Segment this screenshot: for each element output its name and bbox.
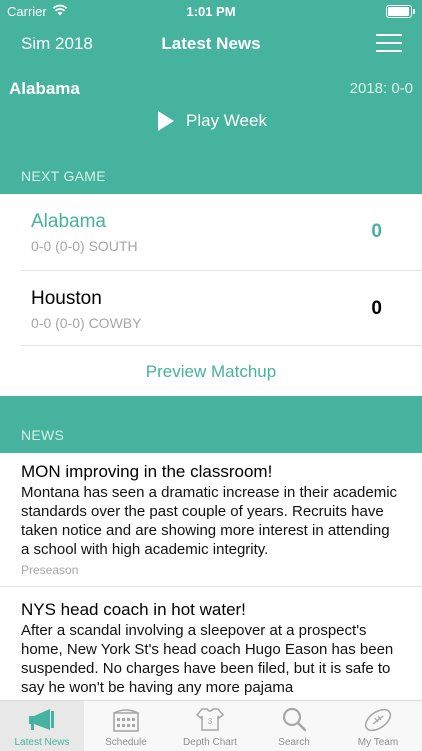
news-item[interactable]: NYS head coach in hot water! After a sca… — [0, 587, 422, 700]
tab-label: Latest News — [14, 737, 70, 748]
news-section-header: NEWS — [0, 396, 422, 453]
svg-text:3: 3 — [208, 717, 213, 726]
tab-label: Schedule — [105, 737, 147, 748]
news-body: After a scandal involving a sleepover at… — [21, 622, 394, 696]
play-week-button[interactable]: Play Week — [158, 111, 267, 131]
page-title: Latest News — [161, 34, 261, 53]
hamburger-menu-icon[interactable] — [376, 33, 402, 53]
tab-schedule[interactable]: Schedule — [84, 701, 168, 751]
tab-my-team[interactable]: My Team — [336, 701, 420, 751]
season-record: 2018: 0-0 — [349, 80, 413, 97]
away-team-row[interactable]: Houston 0-0 (0-0) COWBY 0 — [0, 271, 422, 347]
away-team-record: 0-0 (0-0) COWBY — [31, 315, 142, 331]
news-body: Montana has seen a dramatic increase in … — [21, 484, 398, 558]
tab-bar: Latest News Schedule 3 Depth Chart Searc… — [0, 700, 422, 751]
clock: 1:01 PM — [186, 4, 236, 19]
play-icon — [158, 111, 174, 131]
football-icon — [364, 708, 392, 732]
tab-latest-news[interactable]: Latest News — [0, 701, 84, 751]
news-section-label: NEWS — [21, 427, 65, 443]
away-team-name: Houston — [31, 288, 102, 309]
next-game-section-label: NEXT GAME — [21, 168, 106, 184]
stadium-icon — [113, 709, 139, 732]
team-header: Alabama 2018: 0-0 Play Week NEXT GAME — [0, 66, 422, 194]
play-week-label: Play Week — [186, 111, 267, 130]
home-team-row[interactable]: Alabama 0-0 (0-0) SOUTH 0 — [0, 194, 422, 270]
status-bar: Carrier 1:01 PM — [0, 0, 422, 22]
search-icon — [282, 707, 307, 732]
home-team-score: 0 — [371, 221, 382, 242]
home-team-name: Alabama — [31, 211, 106, 232]
tab-label: Search — [278, 737, 310, 748]
jersey-icon: 3 — [195, 708, 225, 731]
tab-search[interactable]: Search — [252, 701, 336, 751]
tab-label: My Team — [357, 737, 399, 748]
news-headline: NYS head coach in hot water! — [21, 600, 246, 619]
away-team-score: 0 — [371, 298, 382, 319]
home-team-record: 0-0 (0-0) SOUTH — [31, 238, 138, 254]
next-game-card: Alabama 0-0 (0-0) SOUTH 0 Houston 0-0 (0… — [0, 194, 422, 396]
news-list[interactable]: MON improving in the classroom! Montana … — [0, 453, 422, 700]
divider — [21, 345, 422, 346]
tab-label: Depth Chart — [183, 737, 237, 748]
news-tag: Preseason — [21, 563, 79, 577]
navigation-bar: Sim 2018 Latest News — [0, 22, 422, 66]
megaphone-icon — [29, 709, 54, 730]
tab-depth-chart[interactable]: 3 Depth Chart — [168, 701, 252, 751]
preview-matchup-button[interactable]: Preview Matchup — [0, 362, 422, 382]
team-name: Alabama — [9, 79, 80, 98]
news-headline: MON improving in the classroom! — [21, 462, 273, 481]
battery-icon — [386, 5, 415, 18]
news-item[interactable]: MON improving in the classroom! Montana … — [0, 453, 422, 587]
